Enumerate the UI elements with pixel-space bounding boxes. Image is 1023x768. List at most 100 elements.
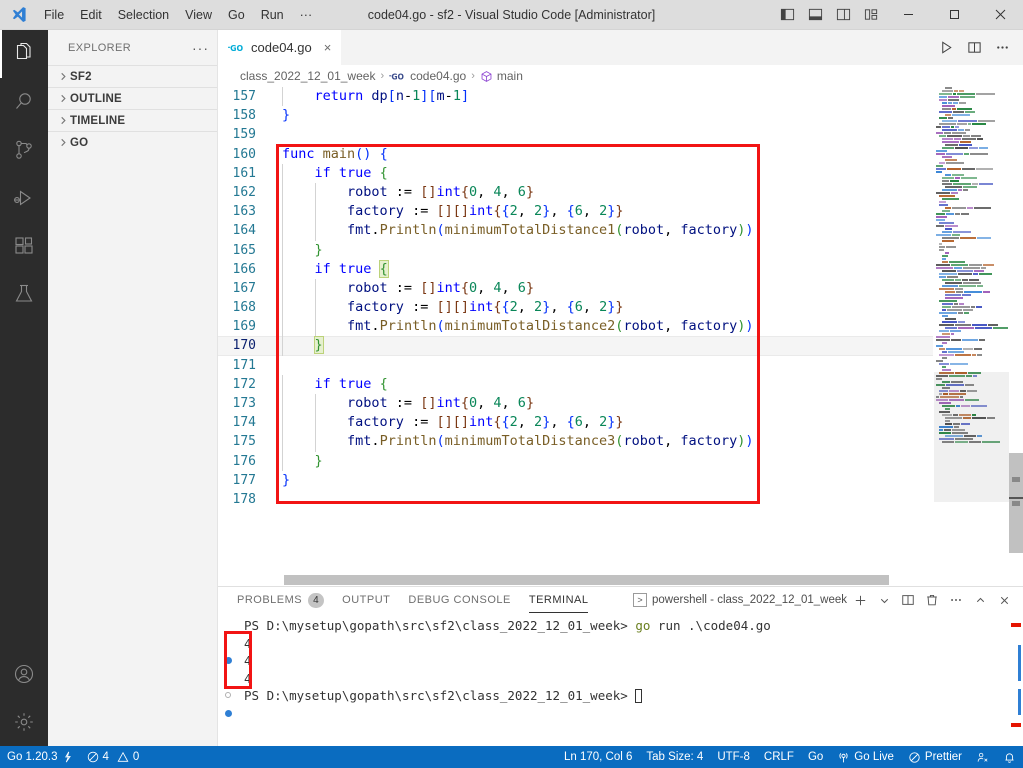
tab-debug-console[interactable]: DEBUG CONSOLE — [399, 587, 519, 613]
minimap-line — [934, 171, 1009, 173]
code-viewport[interactable]: 157 return dp[n-1][m-1] 158} 159 160 func ma… — [218, 87, 933, 586]
code-line[interactable]: 159 — [218, 125, 933, 144]
panel-more-actions-button[interactable] — [945, 589, 967, 611]
sidebar-item-search[interactable] — [0, 78, 48, 126]
code-line[interactable]: 167 robot := []int{0, 4, 6} — [218, 278, 933, 299]
menu-view[interactable]: View — [177, 0, 220, 29]
sidebar-section-go[interactable]: GO — [48, 131, 217, 153]
status-indentation[interactable]: Tab Size: 4 — [639, 746, 710, 768]
code-line[interactable]: 163 factory := [][]int{{2, 2}, {6, 2}} — [218, 202, 933, 222]
close-button[interactable] — [977, 0, 1023, 30]
accounts-icon[interactable] — [0, 650, 48, 698]
split-terminal-button[interactable] — [897, 589, 919, 611]
minimap-segment — [946, 276, 959, 278]
menu-bar[interactable]: File Edit Selection View Go Run ··· — [36, 0, 320, 29]
minimap-segment — [945, 294, 961, 296]
status-problems[interactable]: 4 0 — [80, 746, 147, 768]
tab-terminal[interactable]: TERMINAL — [520, 587, 598, 613]
minimap[interactable] — [933, 87, 1009, 586]
sidebar-item-source-control[interactable] — [0, 126, 48, 174]
toggle-panel-icon[interactable] — [801, 0, 829, 30]
menu-more[interactable]: ··· — [292, 0, 321, 29]
status-go-version[interactable]: Go 1.20.3 — [0, 746, 80, 768]
breadcrumb-folder[interactable]: class_2022_12_01_week — [240, 69, 375, 83]
hscrollbar-thumb[interactable] — [284, 575, 889, 585]
terminal-selector[interactable]: > powershell - class_2022_12_01_week — [633, 593, 847, 607]
code-token: } — [314, 452, 323, 469]
status-cursor-position[interactable]: Ln 170, Col 6 — [557, 746, 639, 768]
minimap-line — [934, 510, 1009, 512]
code-line[interactable]: 164 fmt.Println(minimumTotalDistance1(ro… — [218, 221, 933, 241]
run-code-button[interactable] — [933, 34, 959, 62]
menu-run[interactable]: Run — [253, 0, 292, 29]
minimize-button[interactable] — [885, 0, 931, 30]
svg-text:GO: GO — [230, 43, 243, 52]
status-language-mode[interactable]: Go — [801, 746, 830, 768]
code-line[interactable]: 166 if true { — [218, 259, 933, 279]
code-line[interactable]: 168 factory := [][]int{{2, 2}, {6, 2}} — [218, 298, 933, 318]
status-prettier[interactable]: Prettier — [901, 746, 969, 768]
breadcrumb-symbol[interactable]: main — [480, 69, 523, 83]
close-icon[interactable]: × — [324, 40, 332, 55]
code-editor[interactable]: 157 return dp[n-1][m-1] 158} 159 160 func ma… — [218, 87, 1023, 586]
status-notifications[interactable] — [996, 746, 1023, 768]
code-line[interactable]: 170 } — [218, 336, 933, 356]
sidebar-item-explorer[interactable] — [0, 30, 48, 78]
status-remote[interactable] — [969, 746, 996, 768]
maximize-button[interactable] — [931, 0, 977, 30]
code-line[interactable]: 172 if true { — [218, 374, 933, 394]
sidebar-item-testing[interactable] — [0, 270, 48, 318]
menu-go[interactable]: Go — [220, 0, 253, 29]
code-line[interactable]: 158} — [218, 106, 933, 125]
code-line[interactable]: 169 fmt.Println(minimumTotalDistance2(ro… — [218, 317, 933, 337]
tab-output[interactable]: OUTPUT — [333, 587, 399, 613]
sidebar-section-sf2[interactable]: SF2 — [48, 65, 217, 87]
line-number: 166 — [232, 261, 256, 277]
code-line[interactable]: 165 } — [218, 240, 933, 260]
close-panel-button[interactable] — [993, 589, 1015, 611]
kill-terminal-button[interactable] — [921, 589, 943, 611]
more-actions-button[interactable] — [989, 34, 1015, 62]
code-line[interactable]: 161 if true { — [218, 163, 933, 183]
new-terminal-button[interactable] — [849, 589, 871, 611]
split-editor-button[interactable] — [961, 34, 987, 62]
menu-file[interactable]: File — [36, 0, 72, 29]
code-line[interactable]: 173 robot := []int{0, 4, 6} — [218, 394, 933, 414]
code-line[interactable]: 174 factory := [][]int{{2, 2}, {6, 2}} — [218, 413, 933, 433]
indent-guide — [282, 298, 283, 318]
maximize-panel-button[interactable] — [969, 589, 991, 611]
minimap-slider[interactable] — [934, 372, 1009, 502]
code-line[interactable]: 160 func main() { — [218, 145, 933, 164]
menu-edit[interactable]: Edit — [72, 0, 110, 29]
status-eol[interactable]: CRLF — [757, 746, 801, 768]
toggle-primary-sidebar-icon[interactable] — [773, 0, 801, 30]
minimap-segment — [939, 93, 952, 95]
menu-selection[interactable]: Selection — [110, 0, 177, 29]
sidebar-section-timeline[interactable]: TIMELINE — [48, 109, 217, 131]
editor-horizontal-scrollbar[interactable] — [218, 574, 933, 586]
code-line[interactable]: 178 — [218, 490, 933, 509]
toggle-secondary-sidebar-icon[interactable] — [829, 0, 857, 30]
minimap-segment — [945, 348, 963, 350]
code-line[interactable]: 162 robot := []int{0, 4, 6} — [218, 182, 933, 203]
terminal-output[interactable]: PS D:\mysetup\gopath\src\sf2\class_2022_… — [218, 613, 1023, 746]
sidebar-item-run-and-debug[interactable] — [0, 174, 48, 222]
gear-icon[interactable] — [0, 698, 48, 746]
code-line[interactable]: 177} — [218, 471, 933, 490]
tab-problems[interactable]: PROBLEMS 4 — [228, 587, 333, 613]
sidebar-section-outline[interactable]: OUTLINE — [48, 87, 217, 109]
status-go-live[interactable]: Go Live — [830, 746, 901, 768]
customize-layout-icon[interactable] — [857, 0, 885, 30]
status-encoding[interactable]: UTF-8 — [710, 746, 757, 768]
tab-code04-go[interactable]: GO code04.go × — [218, 30, 343, 65]
editor-vertical-scrollbar[interactable] — [1009, 87, 1023, 586]
sidebar-more-actions-icon[interactable]: ··· — [192, 40, 209, 56]
breadcrumb-file[interactable]: GO code04.go — [389, 69, 466, 83]
minimap-line — [934, 264, 1009, 266]
code-line[interactable]: 157 return dp[n-1][m-1] — [218, 87, 933, 107]
code-line[interactable]: 171 — [218, 356, 933, 375]
sidebar-item-extensions[interactable] — [0, 222, 48, 270]
code-line[interactable]: 176 } — [218, 451, 933, 471]
terminal-dropdown-button[interactable] — [873, 589, 895, 611]
code-line[interactable]: 175 fmt.Println(minimumTotalDistance3(ro… — [218, 432, 933, 452]
